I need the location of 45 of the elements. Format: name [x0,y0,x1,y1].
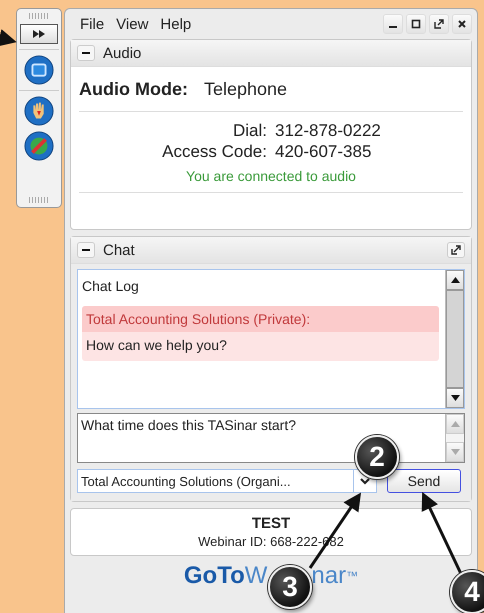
panel-title: Audio [103,44,142,62]
menu-item[interactable]: File [80,16,104,32]
collapse-button[interactable] [77,242,95,258]
raised-hand-icon[interactable] [24,96,54,126]
audio-mode-value: Telephone [204,78,288,100]
minimize-icon [389,26,397,28]
popout-icon [434,19,444,29]
webinar-title: TEST [250,515,292,532]
menu-item[interactable]: View [116,16,148,32]
logo: nar™ [311,562,358,589]
up-arrow-icon [450,277,460,283]
fast-forward-icon [32,29,46,39]
popout-button[interactable] [447,242,465,258]
down-arrow-icon [450,449,460,455]
dial-label: Dial: [232,120,267,141]
panel-title: Chat [103,242,135,258]
collapse-button[interactable] [77,45,95,61]
chat-log-title: Chat Log [82,278,140,294]
audio-muted-icon[interactable] [24,131,54,161]
connection-status: You are connected to audio [186,168,356,184]
access-code: 420-607-385 [275,141,372,162]
close-button[interactable] [452,14,472,34]
message-text: How can we help you? [85,336,228,355]
close-icon [457,19,467,29]
up-arrow-icon [450,421,460,427]
audio-mode-label: Audio Mode: [79,78,188,100]
scrollbar[interactable] [445,270,464,408]
popout-icon [451,245,461,255]
logo: GoToW [184,562,268,589]
pointer-arrow [0,29,17,47]
popout-button[interactable] [429,14,449,34]
message-sender: Total Accounting Solutions (Private): [82,306,439,332]
expand-button[interactable] [20,24,58,44]
maximize-button[interactable] [406,14,426,34]
chevron-down-icon [360,478,370,484]
screen-icon[interactable] [24,55,54,85]
menu-item[interactable]: Help [160,16,192,32]
dial-number: 312-878-0222 [275,120,382,141]
maximize-icon [411,19,421,29]
down-arrow-icon [450,395,460,401]
recipient-dropdown[interactable]: Total Accounting Solutions (Organi... [77,469,377,493]
access-code-label: Access Code: [161,141,267,162]
send-button[interactable]: Send [387,469,461,493]
step-number-badge: 4 [450,570,484,613]
minimize-button[interactable] [383,14,403,34]
